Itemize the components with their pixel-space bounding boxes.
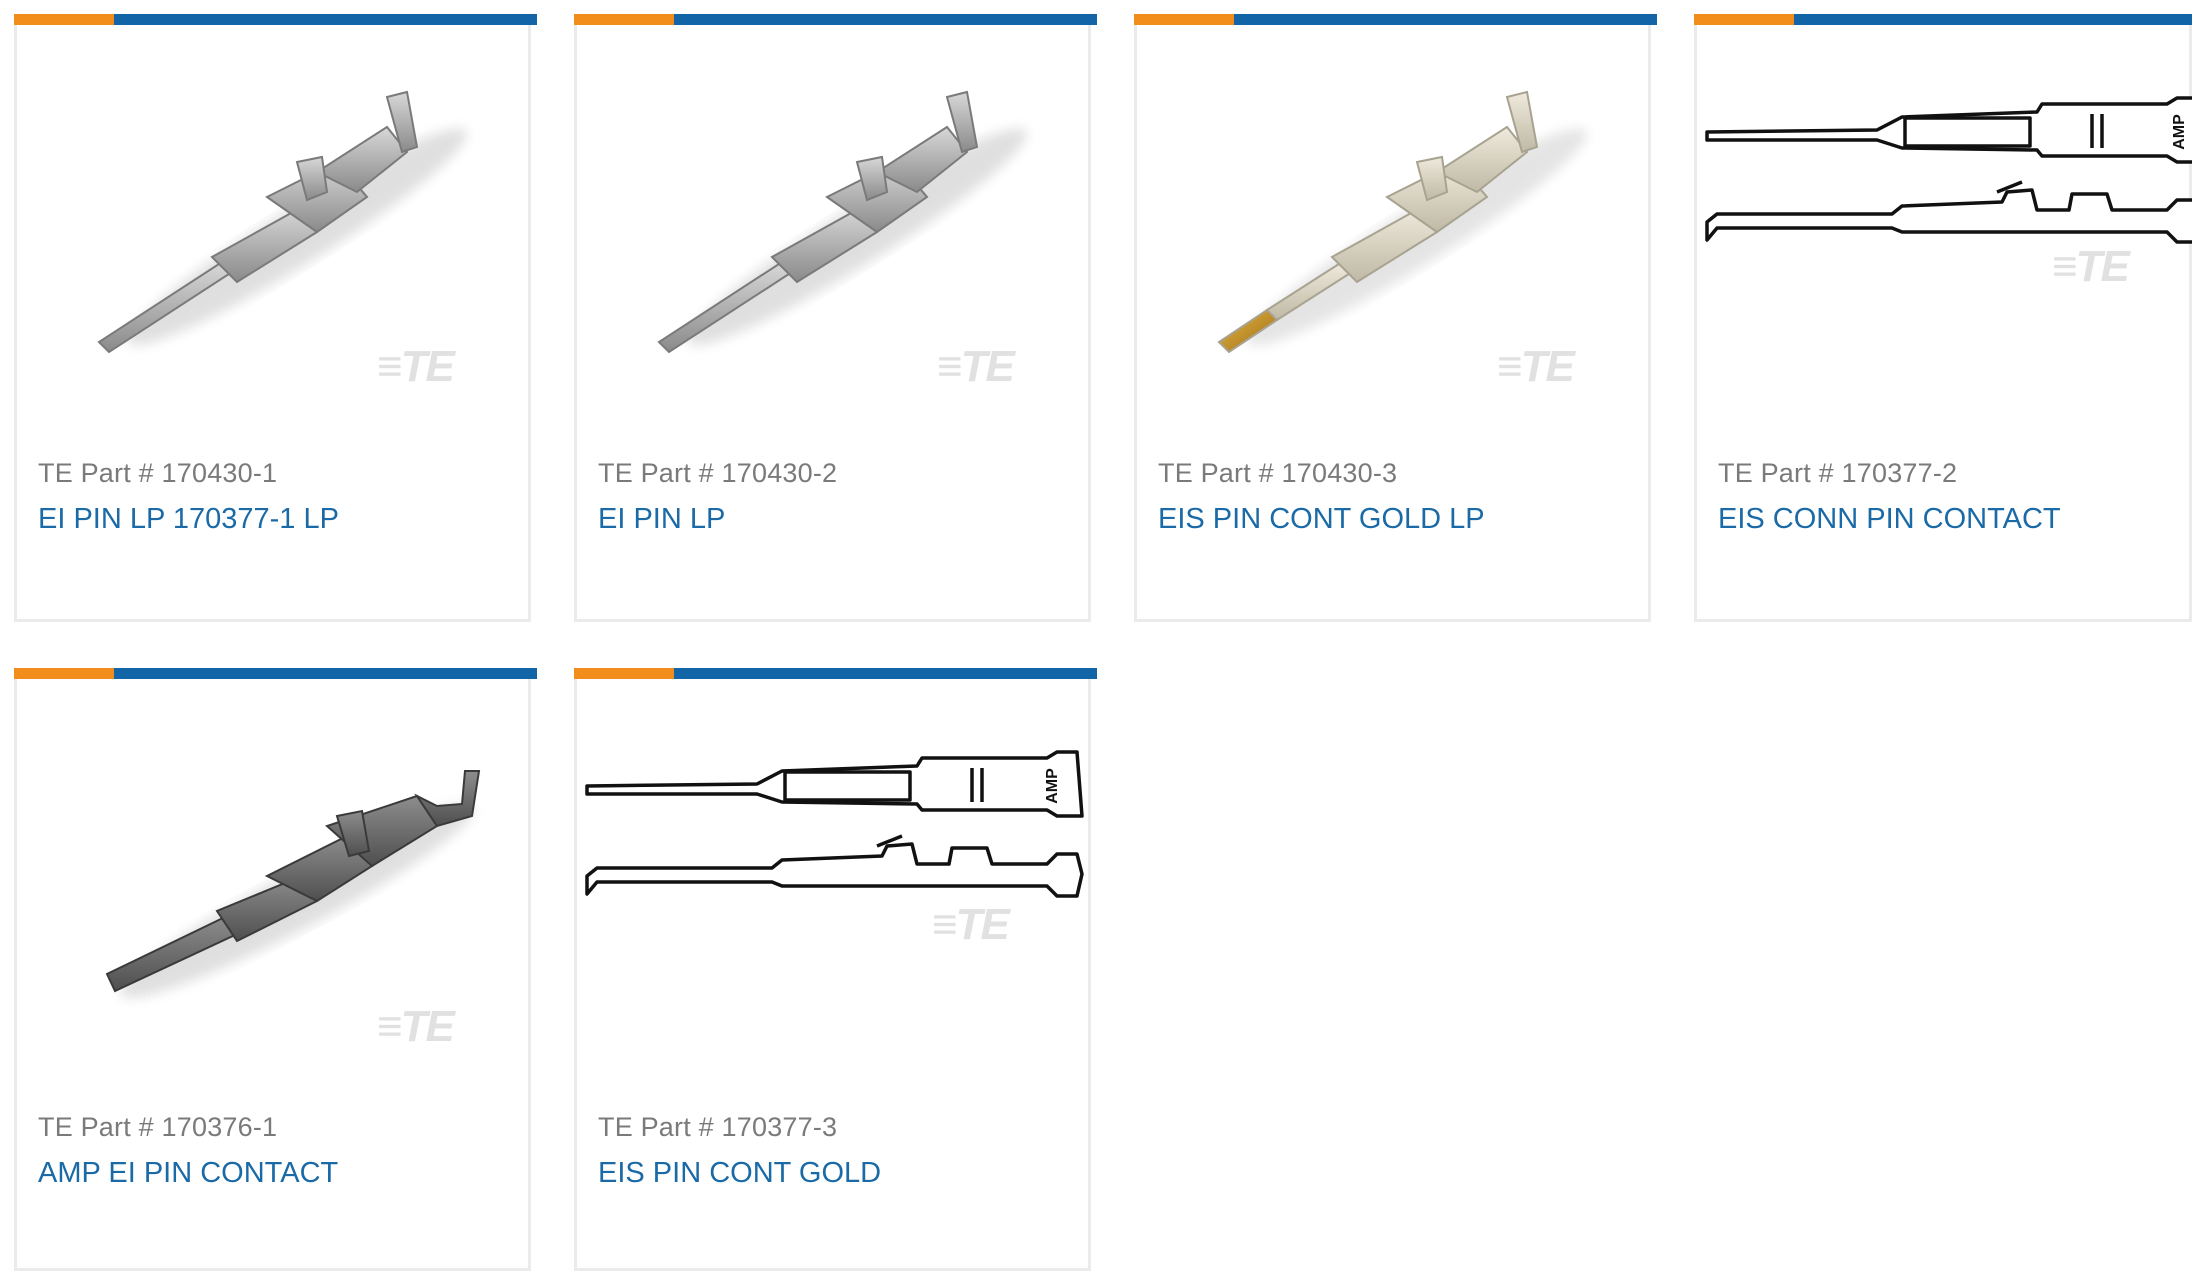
card-accent-bar	[14, 668, 537, 679]
product-image[interactable]: ≡TE	[577, 32, 1088, 412]
product-title-link[interactable]: EIS CONN PIN CONTACT	[1718, 503, 2061, 536]
product-image[interactable]: AMP ≡TE	[577, 686, 1088, 1066]
part-number: TE Part # 170430-2	[598, 458, 838, 488]
card-accent-bar	[1134, 14, 1657, 25]
amp-mark: AMP	[2171, 114, 2188, 150]
card-accent-bar	[574, 14, 1097, 25]
product-image[interactable]: ≡TE	[1137, 32, 1648, 412]
product-card[interactable]: ≡TE TE Part # 170430-3 EIS PIN CONT GOLD…	[1134, 14, 1657, 622]
product-card[interactable]: AMP ≡TE TE Part # 170377-2 EIS CONN PIN …	[1694, 14, 2192, 622]
product-image[interactable]: ≡TE	[17, 32, 528, 412]
part-number: TE Part # 170377-3	[598, 1112, 838, 1142]
part-number: TE Part # 170430-1	[38, 458, 278, 488]
card-accent-bar	[574, 668, 1097, 679]
product-image[interactable]: AMP ≡TE	[1697, 32, 2192, 412]
amp-mark: AMP	[1044, 768, 1061, 804]
product-card[interactable]: ≡TE TE Part # 170376-1 AMP EI PIN CONTAC…	[14, 668, 537, 1271]
product-card[interactable]: AMP ≡TE TE Part # 170377-3 EIS PIN CONT …	[574, 668, 1097, 1271]
product-title-link[interactable]: EIS PIN CONT GOLD	[598, 1157, 881, 1190]
te-logo-icon: ≡TE	[377, 342, 455, 391]
product-title-link[interactable]: EI PIN LP	[598, 503, 725, 536]
te-logo-icon: ≡TE	[932, 900, 1010, 949]
te-logo-icon: ≡TE	[2052, 242, 2130, 291]
card-accent-bar	[14, 14, 537, 25]
product-grid: ≡TE TE Part # 170430-1 EI PIN LP 170377-…	[0, 0, 2192, 1271]
card-accent-bar	[1694, 14, 2192, 25]
part-number: TE Part # 170430-3	[1158, 458, 1398, 488]
product-title-link[interactable]: EIS PIN CONT GOLD LP	[1158, 503, 1485, 536]
product-image[interactable]: ≡TE	[17, 686, 528, 1066]
product-title-link[interactable]: AMP EI PIN CONTACT	[38, 1157, 338, 1190]
te-logo-icon: ≡TE	[377, 1002, 455, 1051]
te-logo-icon: ≡TE	[937, 342, 1015, 391]
product-title-link[interactable]: EI PIN LP 170377-1 LP	[38, 503, 339, 536]
product-card[interactable]: ≡TE TE Part # 170430-2 EI PIN LP	[574, 14, 1097, 622]
product-card[interactable]: ≡TE TE Part # 170430-1 EI PIN LP 170377-…	[14, 14, 537, 622]
part-number: TE Part # 170376-1	[38, 1112, 278, 1142]
part-number: TE Part # 170377-2	[1718, 458, 1958, 488]
te-logo-icon: ≡TE	[1497, 342, 1575, 391]
